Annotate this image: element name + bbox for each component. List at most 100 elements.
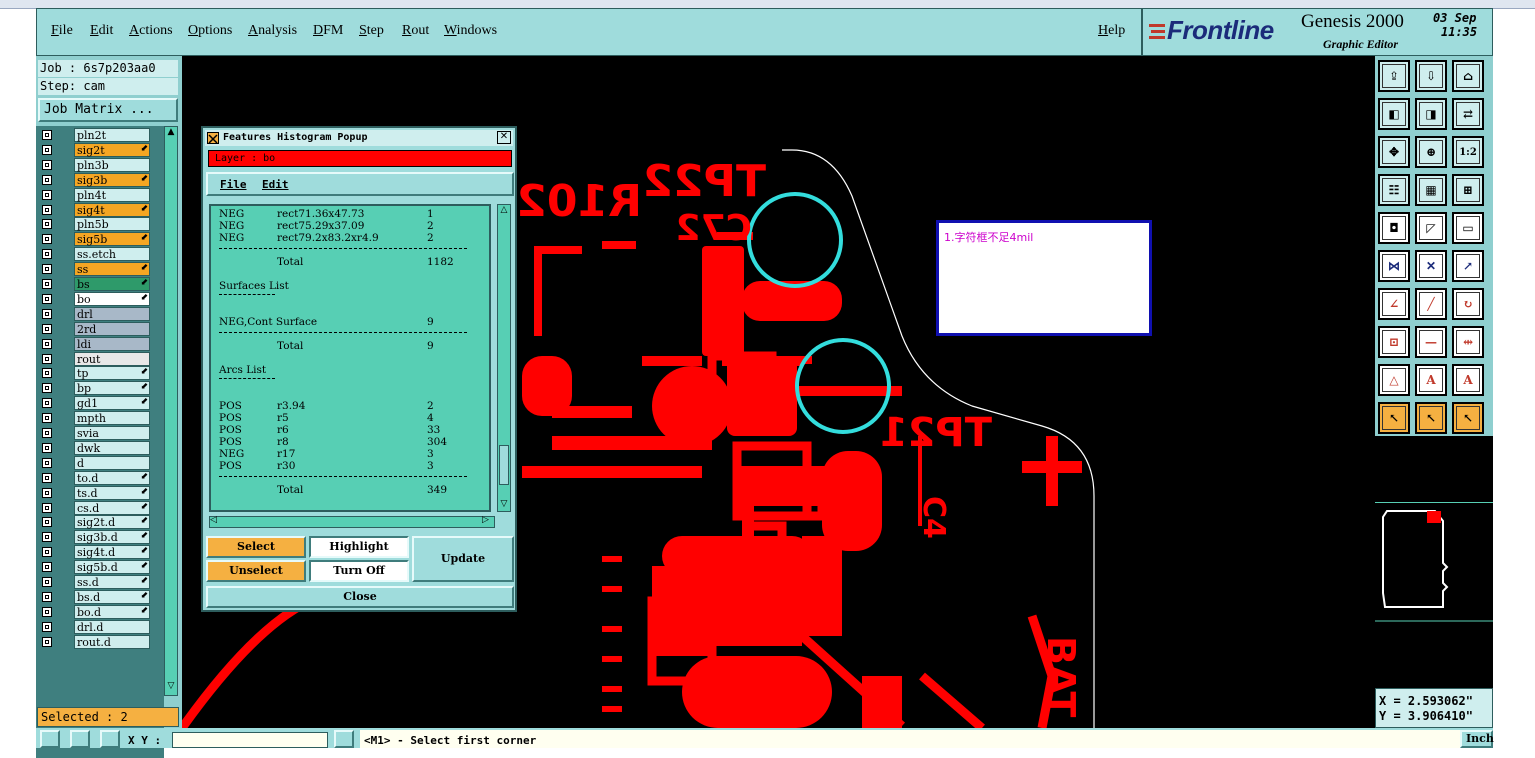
menu-actions[interactable]: Actions xyxy=(129,23,173,39)
rotate-tool-button[interactable]: ↻ xyxy=(1452,288,1484,320)
layer-list-scrollbar[interactable]: ▲ ▽ xyxy=(164,126,178,696)
layer-name[interactable]: pln5b xyxy=(74,217,150,232)
layer-row[interactable]: bs ⬋ xyxy=(40,277,152,291)
layer-row[interactable]: pln2t xyxy=(40,128,152,142)
line-tool-button[interactable]: ╱ xyxy=(1415,288,1447,320)
popup-menu-file[interactable]: File xyxy=(220,178,247,191)
layer-name[interactable]: sig2t xyxy=(74,142,150,157)
angle-tool-button[interactable]: ∠ xyxy=(1378,288,1410,320)
menu-edit[interactable]: Edit xyxy=(90,23,113,39)
layer-name[interactable]: pln4t xyxy=(74,187,150,202)
input-mode-icon[interactable] xyxy=(334,730,354,748)
xy-input[interactable] xyxy=(172,732,328,748)
layer-name[interactable]: ss xyxy=(74,262,150,277)
unselect-button[interactable]: Unselect xyxy=(206,560,306,582)
layer-name[interactable]: d xyxy=(74,455,150,470)
layer-checkbox[interactable] xyxy=(42,144,52,155)
layer-checkbox[interactable] xyxy=(42,636,52,647)
layer-checkbox[interactable] xyxy=(42,368,52,379)
layer-row[interactable]: mpth xyxy=(40,411,152,426)
layer-name[interactable]: ldi xyxy=(74,336,150,351)
layer-row[interactable]: sig2t.d ⬋ xyxy=(40,515,152,530)
layer-checkbox[interactable] xyxy=(42,547,52,558)
popup-menu-edit[interactable]: Edit xyxy=(262,178,289,191)
close-button[interactable]: Close xyxy=(206,586,514,608)
layer-checkbox[interactable] xyxy=(42,413,52,424)
import-tool-button[interactable]: ⇩ xyxy=(1415,60,1447,92)
layer-row[interactable]: to.d ⬋ xyxy=(40,470,152,485)
layer-name[interactable]: pln2t xyxy=(74,128,150,142)
select-button[interactable]: Select xyxy=(206,536,306,558)
layer-row[interactable]: 2rd xyxy=(40,321,152,336)
layer-row[interactable]: d xyxy=(40,455,152,470)
scroll-left-arrow-icon[interactable]: ◁ xyxy=(210,515,222,525)
triangle-tool-button[interactable]: △ xyxy=(1378,364,1410,396)
histogram-vertical-scrollbar[interactable]: △ ▽ xyxy=(497,204,511,512)
layer-row[interactable]: rout.d xyxy=(40,634,152,649)
layer-name[interactable]: 2rd xyxy=(74,321,150,336)
layer-name[interactable]: sig4t.d xyxy=(74,545,150,560)
menu-step[interactable]: Step xyxy=(359,23,384,39)
layer-checkbox[interactable] xyxy=(42,338,52,349)
layer-checkbox[interactable] xyxy=(42,189,52,200)
arrow-a-tool-button[interactable]: A xyxy=(1415,364,1447,396)
home-tool-button[interactable]: ⌂ xyxy=(1452,60,1484,92)
layer-name[interactable]: gd1 xyxy=(74,396,150,411)
layer-name[interactable]: sig5b.d xyxy=(74,560,150,575)
layer-row[interactable]: sig3b.d ⬋ xyxy=(40,530,152,545)
layer-name[interactable]: dwk xyxy=(74,440,150,455)
histogram-horizontal-scrollbar[interactable]: ◁ ▷ xyxy=(209,515,495,528)
layer-name[interactable]: sig5b xyxy=(74,232,150,247)
measure-tool-button[interactable]: ⊡ xyxy=(1378,326,1410,358)
hline-tool-button[interactable]: — xyxy=(1415,326,1447,358)
layer-row[interactable]: ss.d ⬋ xyxy=(40,575,152,589)
layer-row[interactable]: pln3b xyxy=(40,157,152,172)
layer-checkbox[interactable] xyxy=(42,279,52,289)
layer-checkbox[interactable] xyxy=(42,353,52,364)
scroll-right-arrow-icon[interactable]: ▷ xyxy=(482,515,494,525)
window-menu-icon[interactable] xyxy=(207,132,219,144)
layer-checkbox[interactable] xyxy=(42,264,52,275)
units-button[interactable]: Inch xyxy=(1460,730,1494,748)
width-tool-button[interactable]: ⇹ xyxy=(1452,326,1484,358)
layer-checkbox[interactable] xyxy=(42,621,52,632)
scroll-up-arrow-icon[interactable]: △ xyxy=(498,205,510,217)
layer-name[interactable]: drl xyxy=(74,306,150,321)
layer-row[interactable]: sig5b.d ⬋ xyxy=(40,560,152,575)
layer-checkbox[interactable] xyxy=(42,532,52,543)
layer-row[interactable]: svia xyxy=(40,426,152,440)
layer-row[interactable]: sig2t ⬋ xyxy=(40,142,152,157)
layer-checkbox[interactable] xyxy=(42,204,52,215)
layer-checkbox[interactable] xyxy=(42,606,52,617)
menu-options[interactable]: Options xyxy=(188,23,232,39)
layer-name[interactable]: ss.d xyxy=(74,575,150,589)
layer-checkbox[interactable] xyxy=(42,159,52,170)
layer-checkbox[interactable] xyxy=(42,293,52,304)
job-matrix-button[interactable]: Job Matrix ... xyxy=(38,98,178,122)
layer-checkbox[interactable] xyxy=(42,591,52,602)
layer-checkbox[interactable] xyxy=(42,130,52,140)
layer-row[interactable]: drl.d xyxy=(40,619,152,634)
layer-name[interactable]: to.d xyxy=(74,470,150,485)
cursor-mode-icon[interactable] xyxy=(70,730,90,748)
layer-checkbox[interactable] xyxy=(42,562,52,573)
layer-row[interactable]: sig4t ⬋ xyxy=(40,202,152,217)
layer-name[interactable]: sig3b xyxy=(74,172,150,187)
menu-file[interactable]: File xyxy=(51,23,73,39)
connect-tool-button[interactable]: ⋈ xyxy=(1378,250,1410,282)
export-tool-button[interactable]: ⇪ xyxy=(1378,60,1410,92)
layer-row[interactable]: drl xyxy=(40,306,152,321)
layer-row[interactable]: pln4t xyxy=(40,187,152,202)
layer-row[interactable]: tp ⬋ xyxy=(40,366,152,381)
layer-name[interactable]: mpth xyxy=(74,411,150,426)
menu-rout[interactable]: Rout xyxy=(402,23,429,39)
center-tool-button[interactable]: ⊕ xyxy=(1415,136,1447,168)
layer-name[interactable]: ts.d xyxy=(74,485,150,500)
layer-checkbox[interactable] xyxy=(42,442,52,453)
turn-off-toggle[interactable]: Turn Off xyxy=(309,560,409,582)
layer-name[interactable]: pln3b xyxy=(74,157,150,172)
scroll-thumb[interactable] xyxy=(499,445,509,485)
layer-row[interactable]: bp ⬋ xyxy=(40,381,152,396)
layer-name[interactable]: rout.d xyxy=(74,634,150,649)
layer-row[interactable]: bs.d ⬋ xyxy=(40,589,152,604)
